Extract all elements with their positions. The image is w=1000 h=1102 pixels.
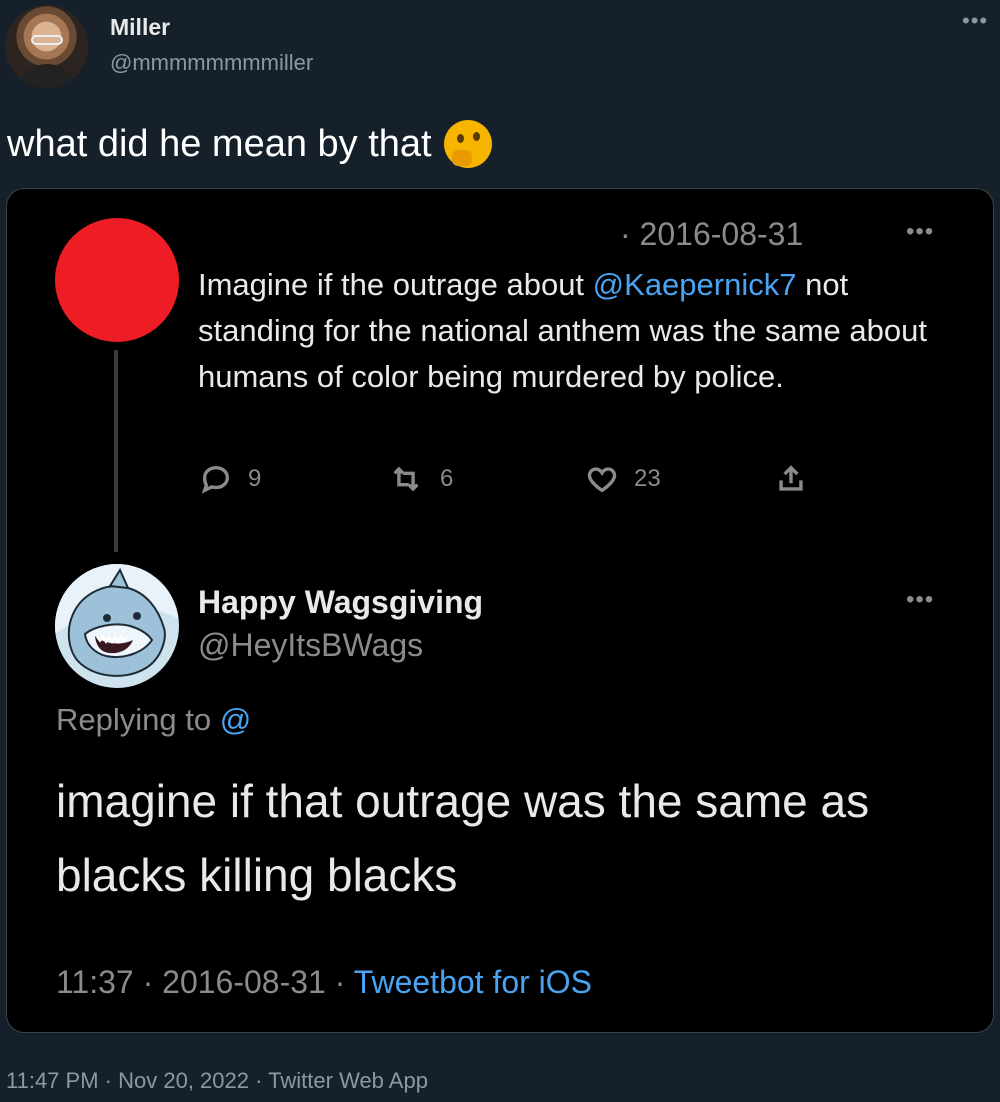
- retweet-action: 6: [386, 462, 453, 496]
- like-count: 23: [634, 465, 661, 492]
- first-tweet-text: Imagine if the outrage about @Kaepernick…: [198, 262, 958, 400]
- meta-separator: ·: [104, 1068, 112, 1093]
- tweet-meta: 11:47 PM · Nov 20, 2022 · Twitter Web Ap…: [6, 1068, 428, 1094]
- retweet-count: 6: [440, 465, 454, 492]
- thinking-face-emoji-icon: [443, 120, 492, 168]
- first-tweet-text-start: Imagine if the outrage about: [198, 267, 593, 302]
- reply-tweet-client: Tweetbot for iOS: [353, 964, 593, 1000]
- reply-count: 9: [248, 465, 262, 492]
- tweet-client: Twitter Web App: [268, 1068, 428, 1093]
- reply-tweet-name: Happy Wagsgiving: [198, 584, 484, 620]
- heart-icon: [587, 467, 617, 493]
- author-avatar[interactable]: [5, 5, 88, 88]
- reply-action: 9: [198, 462, 261, 496]
- first-tweet-mention: @Kaepernick7: [592, 267, 797, 302]
- reply-icon: [201, 465, 230, 494]
- meta-separator: ·: [325, 964, 354, 1000]
- meta-separator: ·: [255, 1068, 263, 1093]
- reply-tweet-more-icon: •••: [906, 586, 935, 613]
- thread-connector-line: [114, 350, 118, 552]
- share-icon: [779, 465, 803, 491]
- replying-to-mention: @: [219, 702, 252, 737]
- avatar-glasses: [31, 35, 63, 45]
- replying-to-label: Replying to @: [56, 702, 251, 738]
- avatar-shirt: [17, 64, 77, 88]
- author-name[interactable]: Miller: [110, 14, 170, 41]
- reply-tweet-handle: @HeyItsBWags: [198, 627, 424, 663]
- retweet-icon: [393, 466, 419, 492]
- reply-tweet-time: 11:37: [56, 964, 134, 1000]
- reply-tweet-meta: 11:37 · 2016-08-31 · Tweetbot for iOS: [56, 964, 592, 1001]
- share-action: [774, 462, 808, 496]
- tweet-text: what did he mean by that: [7, 120, 492, 168]
- reply-tweet-date: 2016-08-31: [162, 964, 326, 1000]
- shark-avatar-icon: [55, 564, 179, 677]
- tweet-date[interactable]: Nov 20, 2022: [118, 1068, 249, 1093]
- reply-tweet-text: imagine if that outrage was the same as …: [56, 775, 870, 901]
- like-action: 23: [584, 462, 661, 496]
- more-options-icon[interactable]: •••: [962, 8, 988, 34]
- tweet-text-body: what did he mean by that: [7, 122, 432, 165]
- first-tweet-date: · 2016-08-31: [620, 216, 804, 252]
- first-tweet-avatar: [55, 218, 179, 342]
- author-handle[interactable]: @mmmmmmmmiller: [110, 50, 313, 76]
- tweet-time[interactable]: 11:47 PM: [6, 1068, 99, 1093]
- reply-tweet-avatar: [55, 564, 179, 688]
- meta-separator: ·: [133, 964, 163, 1000]
- first-tweet-more-icon: •••: [906, 218, 935, 245]
- replying-to-text: Replying to: [56, 702, 220, 737]
